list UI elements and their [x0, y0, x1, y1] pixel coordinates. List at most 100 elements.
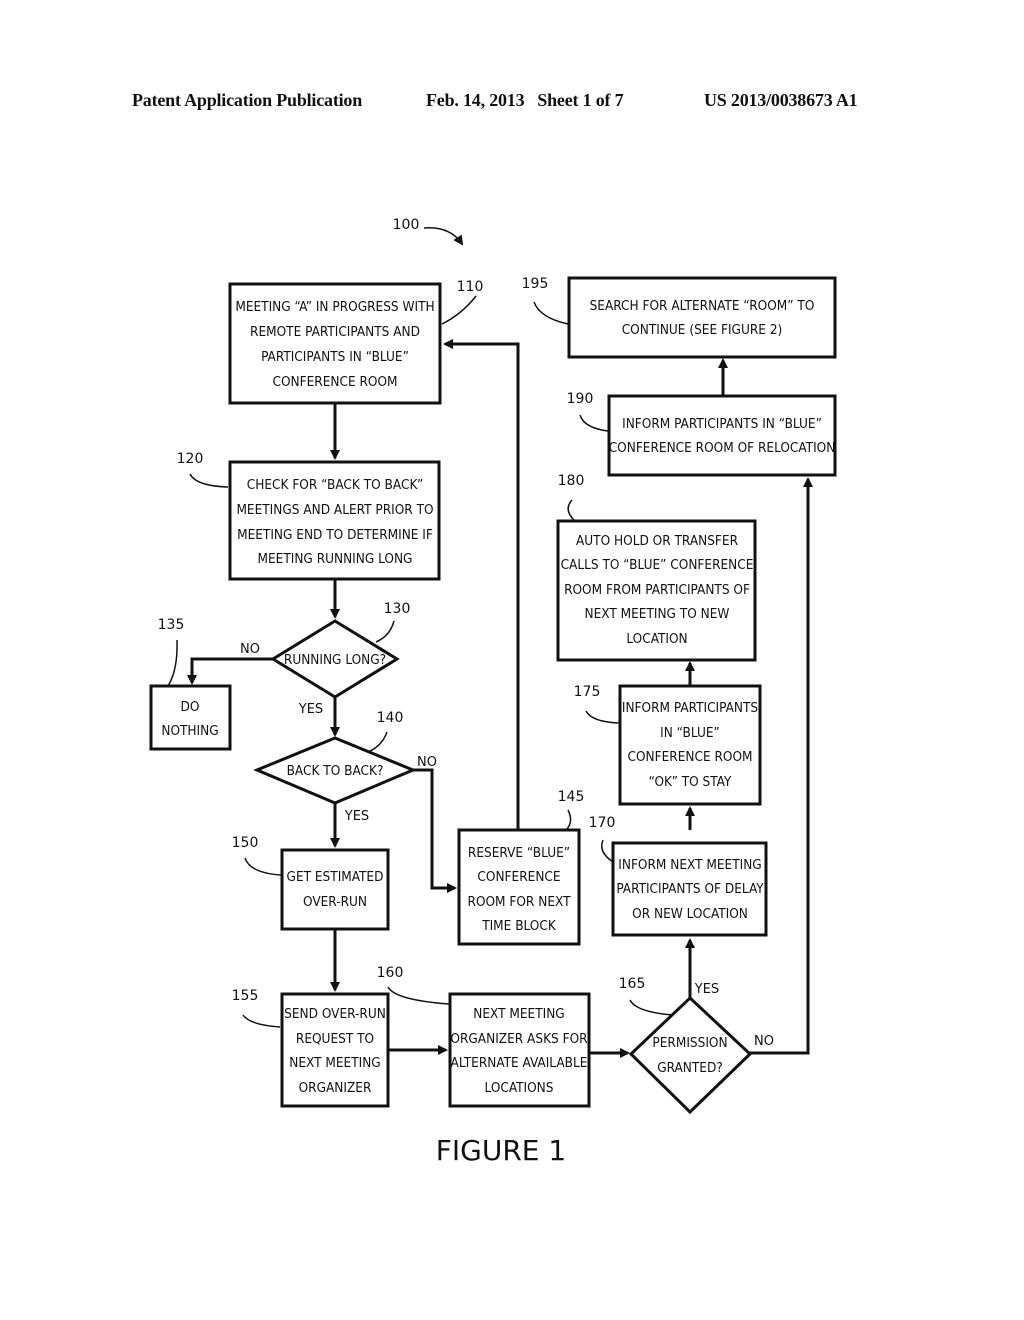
ref-180: 180 — [558, 473, 585, 489]
node-120: CHECK FOR “BACK TO BACK” MEETINGS AND AL… — [228, 460, 441, 581]
node-175-line-1: INFORM PARTICIPANTS — [622, 700, 759, 716]
node-195-line-1: SEARCH FOR ALTERNATE “ROOM” TO — [590, 298, 815, 314]
node-190-line-2: CONFERENCE ROOM OF RELOCATION — [609, 440, 836, 456]
node-110: MEETING “A” IN PROGRESS WITH REMOTE PART… — [228, 282, 442, 405]
lead-160 — [387, 986, 450, 1005]
node-160-line-3: ALTERNATE AVAILABLE — [451, 1055, 588, 1071]
lead-140 — [367, 731, 388, 753]
node-160: NEXT MEETING ORGANIZER ASKS FOR ALTERNAT… — [448, 992, 591, 1108]
node-140: BACK TO BACK? — [253, 736, 417, 805]
lead-190 — [579, 414, 609, 432]
label-no-165: NO — [754, 1034, 774, 1049]
node-180-line-3: ROOM FROM PARTICIPANTS OF — [564, 582, 750, 598]
label-yes-165: YES — [694, 982, 719, 997]
lead-150 — [244, 857, 282, 876]
ref-155: 155 — [232, 988, 259, 1004]
lead-195 — [533, 301, 569, 325]
node-195: SEARCH FOR ALTERNATE “ROOM” TO CONTINUE … — [567, 276, 837, 359]
label-no-140: NO — [417, 755, 437, 770]
node-175: INFORM PARTICIPANTS IN “BLUE” CONFERENCE… — [618, 684, 762, 806]
node-155: SEND OVER-RUN REQUEST TO NEXT MEETING OR… — [280, 992, 390, 1108]
node-195-line-2: CONTINUE (SEE FIGURE 2) — [622, 322, 783, 338]
node-145-line-3: ROOM FOR NEXT — [468, 894, 572, 910]
figure-label: FIGURE 1 — [436, 1134, 566, 1167]
node-170-line-1: INFORM NEXT MEETING — [618, 857, 761, 873]
lead-145 — [565, 809, 572, 831]
ref-195: 195 — [522, 276, 549, 292]
node-175-line-2: IN “BLUE” — [660, 725, 720, 741]
node-160-line-2: ORGANIZER ASKS FOR — [450, 1031, 588, 1047]
node-170-line-2: PARTICIPANTS OF DELAY — [616, 881, 764, 897]
node-145-line-2: CONFERENCE — [477, 869, 560, 885]
node-135-line-1: DO — [181, 699, 200, 715]
label-yes-140: YES — [344, 809, 369, 824]
node-170: INFORM NEXT MEETING PARTICIPANTS OF DELA… — [611, 841, 768, 937]
ref-130: 130 — [384, 601, 411, 617]
node-155-line-3: NEXT MEETING — [289, 1055, 380, 1071]
lead-135 — [167, 639, 178, 687]
ref-100-arrow — [423, 227, 464, 246]
node-155-line-2: REQUEST TO — [296, 1031, 374, 1047]
lead-110 — [441, 295, 477, 325]
lead-170 — [601, 839, 614, 863]
node-180-line-1: AUTO HOLD OR TRANSFER — [576, 533, 739, 549]
node-130: RUNNING LONG? — [270, 619, 400, 699]
node-180-line-4: NEXT MEETING TO NEW — [585, 606, 730, 622]
flowchart: 100 NO YES NO YES YES NO MEETING “A” IN … — [149, 217, 837, 1167]
node-160-line-1: NEXT MEETING — [473, 1006, 564, 1022]
node-165-line-1: PERMISSION — [652, 1035, 727, 1051]
node-190-line-1: INFORM PARTICIPANTS IN “BLUE” — [622, 416, 822, 432]
node-180-line-2: CALLS TO “BLUE” CONFERENCE — [561, 557, 754, 573]
node-110-line-3: PARTICIPANTS IN “BLUE” — [261, 349, 409, 365]
ref-170: 170 — [589, 815, 616, 831]
node-155-line-1: SEND OVER-RUN — [284, 1006, 386, 1022]
lead-155 — [242, 1014, 281, 1028]
node-190: INFORM PARTICIPANTS IN “BLUE” CONFERENCE… — [607, 394, 837, 477]
ref-165: 165 — [619, 976, 646, 992]
edge-140-145 — [413, 768, 457, 893]
edge-130-135 — [187, 657, 274, 685]
node-165: PERMISSION GRANTED? — [628, 995, 753, 1115]
node-175-line-3: CONFERENCE ROOM — [627, 749, 752, 765]
node-180: AUTO HOLD OR TRANSFER CALLS TO “BLUE” CO… — [556, 519, 757, 662]
node-140-line-1: BACK TO BACK? — [287, 763, 384, 779]
node-180-line-5: LOCATION — [626, 631, 687, 647]
node-120-line-2: MEETINGS AND ALERT PRIOR TO — [236, 502, 433, 518]
edge-145-110 — [443, 339, 520, 829]
node-145: RESERVE “BLUE” CONFERENCE ROOM FOR NEXT … — [457, 828, 581, 946]
ref-135: 135 — [158, 617, 185, 633]
label-yes-130: YES — [298, 702, 323, 717]
lead-165 — [629, 999, 674, 1016]
node-150: GET ESTIMATED OVER-RUN — [280, 848, 390, 931]
node-120-line-1: CHECK FOR “BACK TO BACK” — [247, 477, 424, 493]
node-170-line-3: OR NEW LOCATION — [632, 906, 748, 922]
ref-140: 140 — [377, 710, 404, 726]
ref-110: 110 — [457, 279, 484, 295]
ref-160: 160 — [377, 965, 404, 981]
lead-120 — [189, 473, 229, 488]
label-no-130: NO — [240, 642, 260, 657]
node-150-line-1: GET ESTIMATED — [287, 869, 384, 885]
node-110-line-1: MEETING “A” IN PROGRESS WITH — [235, 299, 434, 315]
node-150-line-2: OVER-RUN — [303, 894, 367, 910]
node-155-line-4: ORGANIZER — [299, 1080, 372, 1096]
ref-120: 120 — [177, 451, 204, 467]
lead-175 — [585, 710, 620, 724]
ref-175: 175 — [574, 684, 601, 700]
node-145-line-4: TIME BLOCK — [481, 918, 557, 934]
node-120-line-4: MEETING RUNNING LONG — [258, 551, 413, 567]
ref-100: 100 — [393, 217, 420, 233]
lead-180 — [567, 499, 576, 522]
node-110-line-4: CONFERENCE ROOM — [272, 374, 397, 390]
node-120-line-3: MEETING END TO DETERMINE IF — [237, 527, 433, 543]
lead-130 — [375, 620, 395, 643]
node-175-line-4: “OK” TO STAY — [649, 774, 732, 790]
ref-150: 150 — [232, 835, 259, 851]
node-130-line-1: RUNNING LONG? — [284, 652, 386, 668]
node-110-line-2: REMOTE PARTICIPANTS AND — [250, 324, 420, 340]
node-145-line-1: RESERVE “BLUE” — [468, 845, 570, 861]
ref-145: 145 — [558, 789, 585, 805]
node-135-line-2: NOTHING — [161, 723, 218, 739]
node-165-line-2: GRANTED? — [657, 1060, 723, 1076]
node-160-line-4: LOCATIONS — [485, 1080, 554, 1096]
